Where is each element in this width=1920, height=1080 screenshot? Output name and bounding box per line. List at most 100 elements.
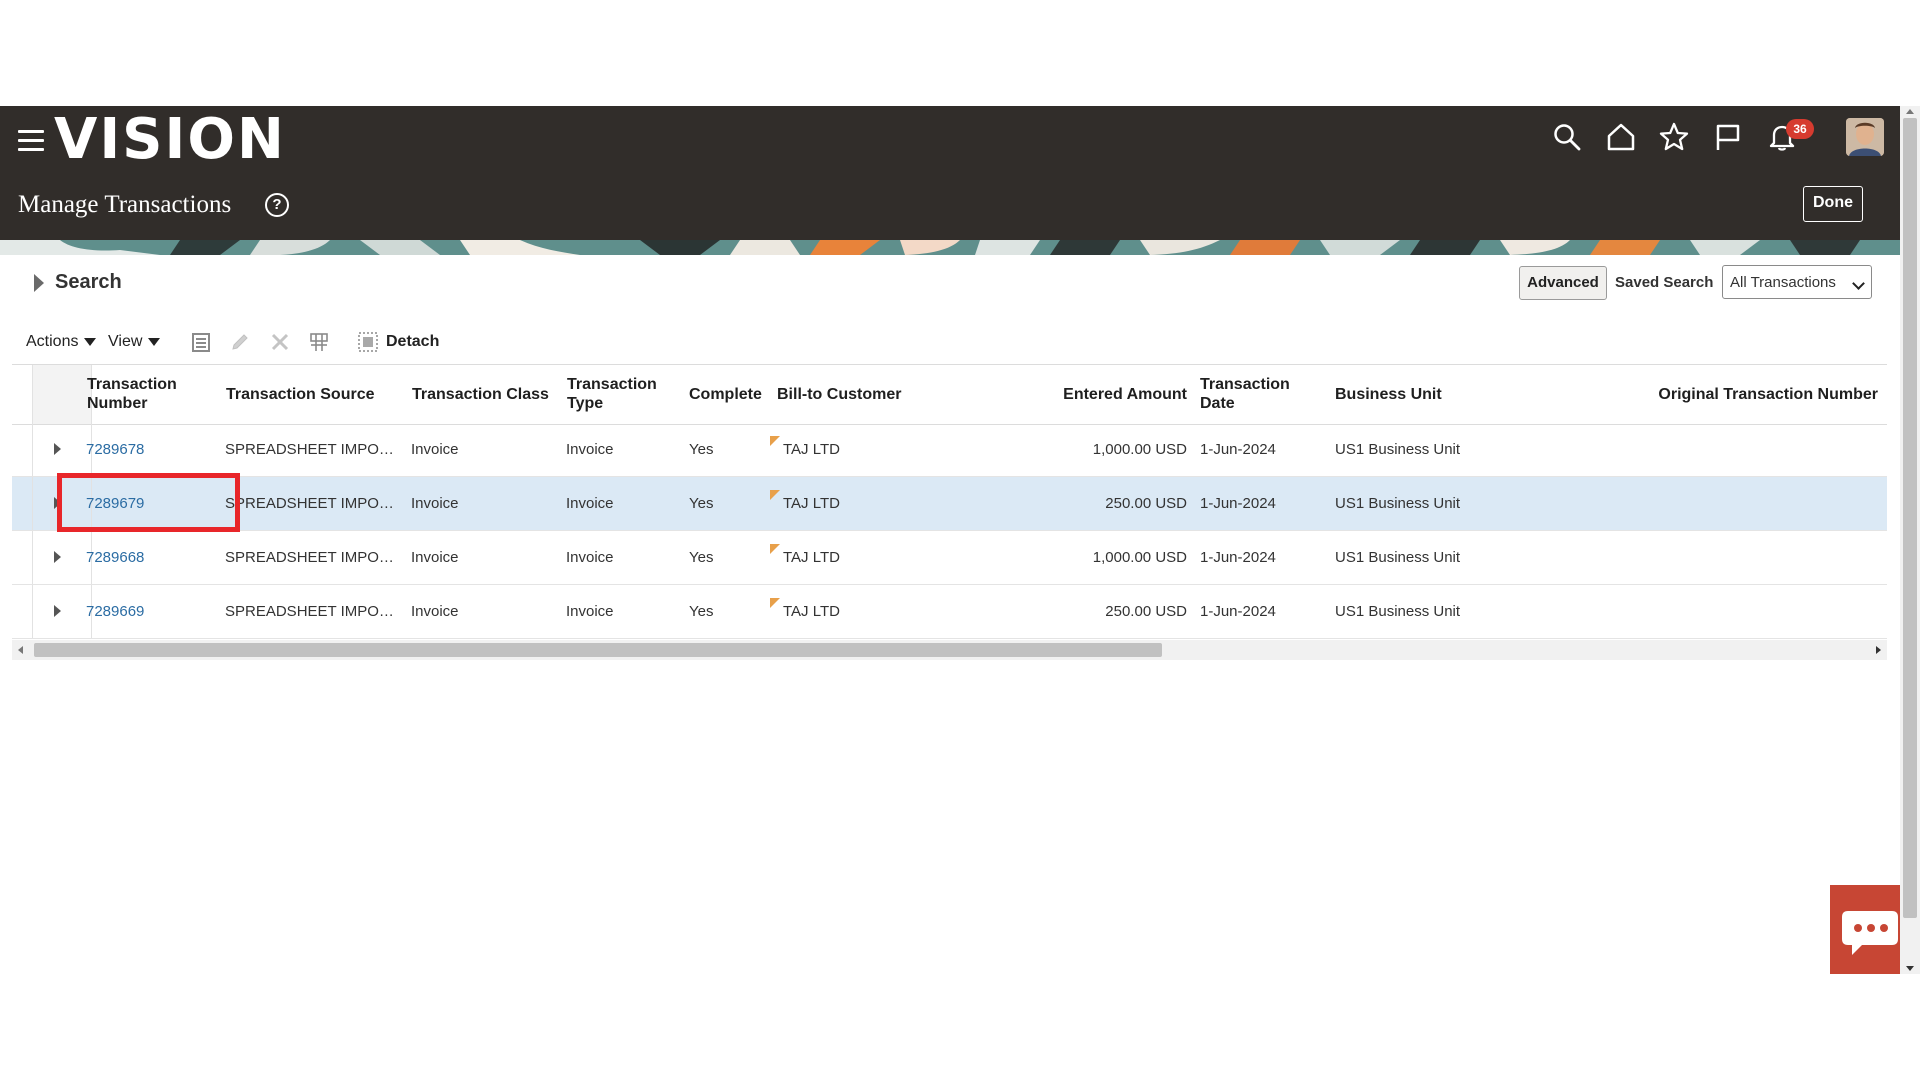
transaction-number-link[interactable]: 7289678 [86,441,144,458]
entered-amount: 1,000.00 USD [1092,441,1187,458]
complete-status: Yes [689,549,714,566]
scroll-left-icon[interactable] [18,646,23,654]
transaction-class: Invoice [411,549,459,566]
transaction-class: Invoice [411,441,459,458]
view-details-icon[interactable] [190,331,212,353]
decorative-banner [0,240,1900,255]
entered-amount: 1,000.00 USD [1092,549,1187,566]
transaction-number-link[interactable]: 7289669 [86,603,144,620]
user-avatar[interactable] [1846,118,1884,156]
home-icon[interactable] [1606,122,1636,152]
chat-bubble-icon [1842,911,1898,955]
transactions-table: Transaction Number Transaction Source Tra… [12,364,1887,660]
detach-icon[interactable] [357,331,379,353]
table-row[interactable]: 7289669 SPREADSHEET IMPO… Invoice Invoic… [12,585,1887,639]
saved-search-select[interactable]: All Transactions [1722,265,1872,299]
row-selector-header [32,365,92,424]
table-row[interactable]: 7289678 SPREADSHEET IMPO… Invoice Invoic… [12,423,1887,477]
flag-indicator-icon [770,436,780,446]
col-transaction-class[interactable]: Transaction Class [412,385,549,404]
chat-button[interactable] [1830,885,1900,974]
notification-badge: 36 [1786,119,1814,139]
complete-status: Yes [689,603,714,620]
transaction-class: Invoice [411,603,459,620]
vertical-scroll-thumb[interactable] [1903,118,1917,918]
transaction-class: Invoice [411,495,459,512]
entered-amount: 250.00 USD [1105,603,1187,620]
freeze-columns-icon[interactable] [308,331,330,353]
entered-amount: 250.00 USD [1105,495,1187,512]
transaction-source: SPREADSHEET IMPO… [225,495,394,512]
flag-icon[interactable] [1713,122,1743,152]
horizontal-scroll-thumb[interactable] [34,643,1162,657]
col-original-transaction-number[interactable]: Original Transaction Number [1652,385,1878,404]
table-row[interactable]: 7289668 SPREADSHEET IMPO… Invoice Invoic… [12,531,1887,585]
done-button[interactable]: Done [1803,186,1863,222]
col-transaction-number[interactable]: Transaction Number [87,375,177,413]
edit-pencil-icon[interactable] [229,331,251,353]
row-selector[interactable] [32,531,92,584]
bill-to-customer: TAJ LTD [783,495,840,512]
actions-menu-label: Actions [26,333,79,350]
bill-to-customer: TAJ LTD [783,603,840,620]
bill-to-customer: TAJ LTD [783,441,840,458]
transaction-number-link[interactable]: 7289668 [86,549,144,566]
table-row[interactable]: 7289679 SPREADSHEET IMPO… Invoice Invoic… [12,477,1887,531]
transaction-source: SPREADSHEET IMPO… [225,549,394,566]
flag-indicator-icon [770,598,780,608]
brand-logo[interactable]: VISION [54,108,286,172]
transaction-source: SPREADSHEET IMPO… [225,441,394,458]
horizontal-scrollbar[interactable] [12,640,1887,660]
actions-menu[interactable]: Actions [26,333,97,351]
saved-search-value: All Transactions [1730,274,1836,291]
search-disclosure-icon[interactable] [34,274,44,292]
col-bill-to-customer[interactable]: Bill-to Customer [777,385,901,404]
business-unit: US1 Business Unit [1335,495,1461,512]
expand-row-icon[interactable] [54,551,61,563]
table-header: Transaction Number Transaction Source Tra… [12,364,1887,425]
view-menu-label: View [108,333,143,350]
scroll-right-icon[interactable] [1876,646,1881,654]
top-whitespace [0,0,1900,106]
transaction-type: Invoice [566,549,614,566]
transaction-date: 1-Jun-2024 [1200,441,1276,458]
col-transaction-type[interactable]: Transaction Type [567,375,657,413]
help-icon[interactable]: ? [265,193,289,217]
transaction-type: Invoice [566,441,614,458]
transaction-type: Invoice [566,603,614,620]
advanced-search-button[interactable]: Advanced [1519,266,1607,300]
vertical-scrollbar[interactable] [1900,106,1920,974]
view-menu[interactable]: View [108,333,161,351]
col-transaction-source[interactable]: Transaction Source [226,385,375,404]
row-selector[interactable] [32,585,92,638]
bill-to-customer: TAJ LTD [783,549,840,566]
business-unit: US1 Business Unit [1335,603,1461,620]
flag-indicator-icon [770,490,780,500]
search-icon[interactable] [1552,122,1582,152]
chevron-down-icon [1852,277,1865,290]
transaction-date: 1-Jun-2024 [1200,603,1276,620]
search-section-title[interactable]: Search [55,271,122,294]
hamburger-menu-icon[interactable] [18,130,44,152]
expand-row-icon[interactable] [54,443,61,455]
saved-search-label: Saved Search [1615,274,1714,291]
page-title: Manage Transactions [18,191,232,218]
expand-row-icon[interactable] [54,605,61,617]
col-transaction-date[interactable]: Transaction Date [1200,375,1290,413]
caret-down-icon [84,337,97,346]
business-unit: US1 Business Unit [1335,549,1461,566]
flag-indicator-icon [770,544,780,554]
business-unit: US1 Business Unit [1335,441,1461,458]
row-selector[interactable] [32,423,92,476]
detach-button[interactable]: Detach [386,333,439,351]
scroll-down-icon[interactable] [1906,966,1914,971]
star-icon[interactable] [1659,122,1689,152]
highlight-annotation [57,473,240,532]
complete-status: Yes [689,495,714,512]
col-business-unit[interactable]: Business Unit [1335,385,1442,404]
transaction-date: 1-Jun-2024 [1200,495,1276,512]
col-complete[interactable]: Complete [689,385,762,404]
scroll-up-icon[interactable] [1906,109,1914,114]
delete-x-icon[interactable] [269,331,291,353]
col-entered-amount[interactable]: Entered Amount [1012,385,1187,404]
